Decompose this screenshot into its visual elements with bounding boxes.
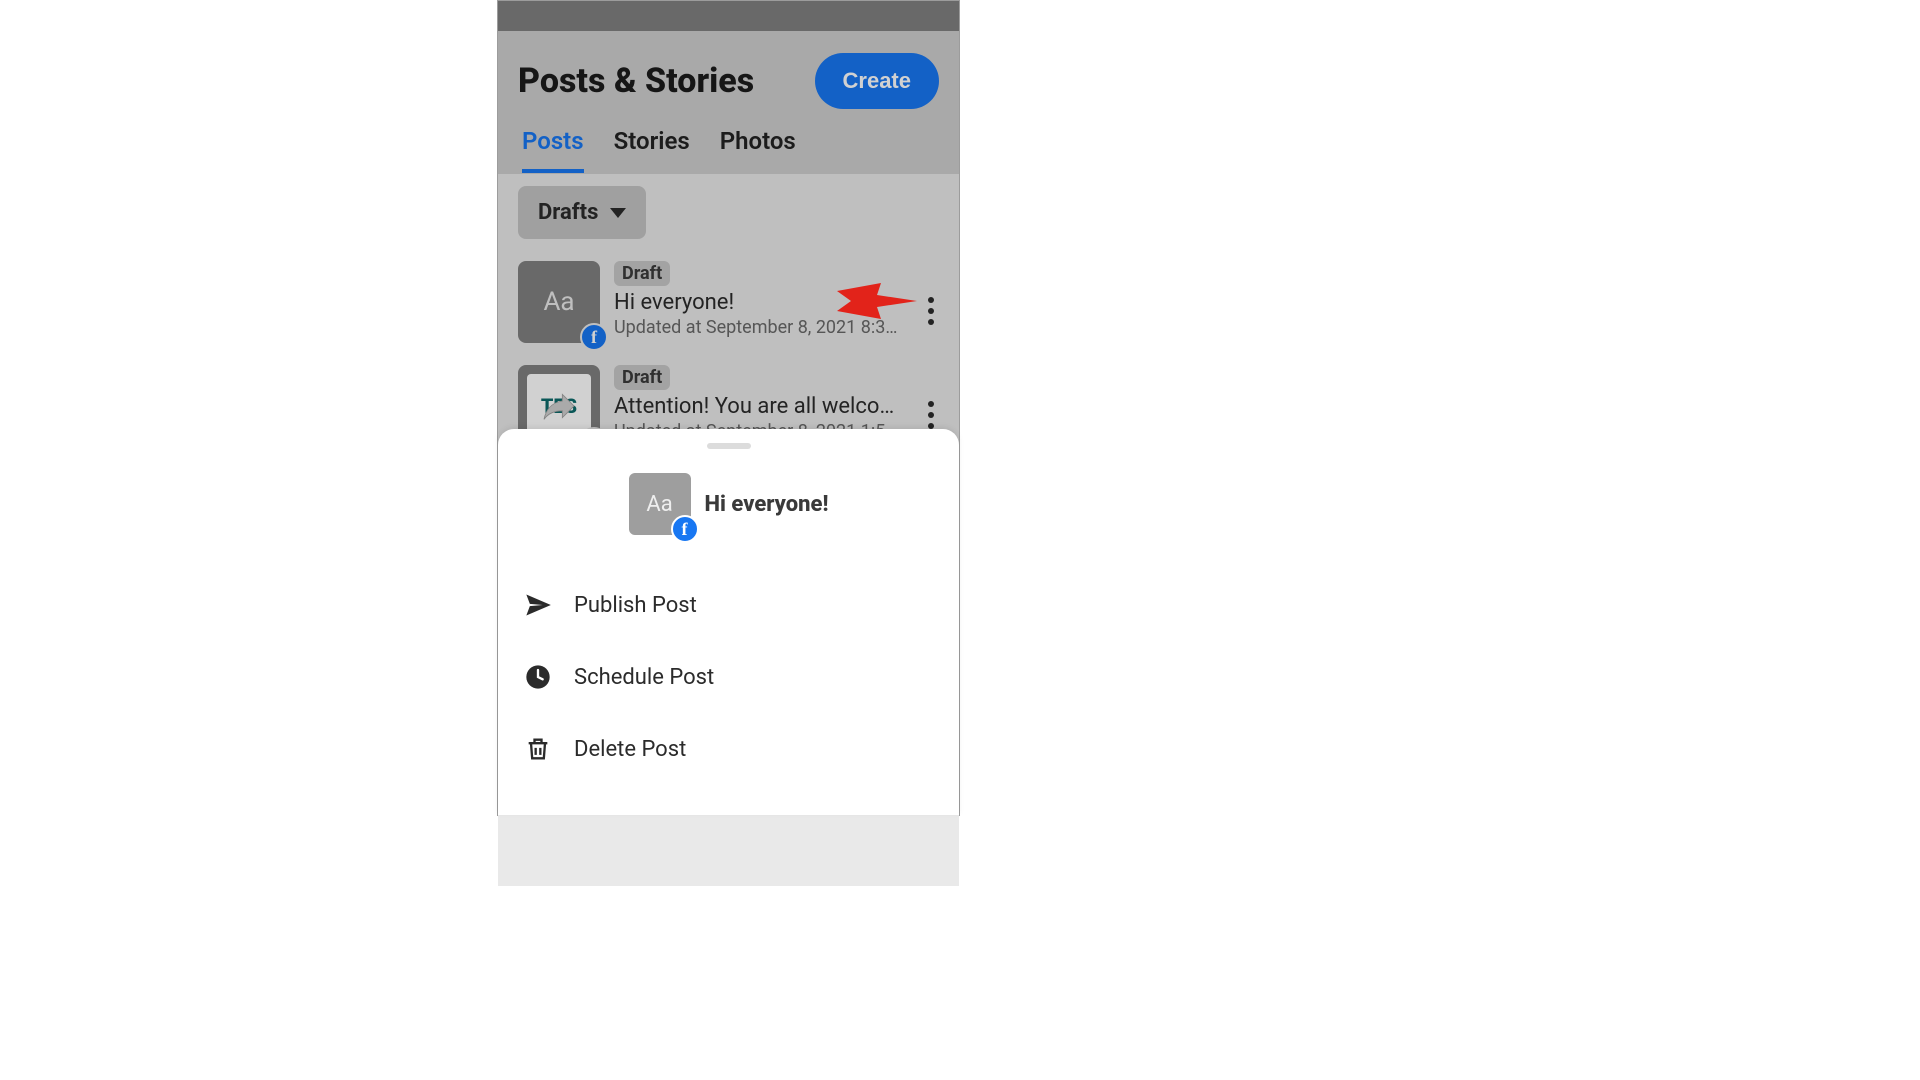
chevron-down-icon [610,208,626,218]
tab-posts[interactable]: Posts [522,127,584,173]
trash-icon [524,735,552,763]
action-label: Delete Post [574,737,686,762]
thumb-text-icon: Aa [646,492,672,517]
paper-plane-icon [524,591,552,619]
create-button[interactable]: Create [815,53,939,109]
action-label: Schedule Post [574,665,714,690]
sheet-drag-handle[interactable] [707,443,751,449]
tabs: Posts Stories Photos [498,109,959,174]
draft-thumbnail: Aa f [518,261,600,343]
more-options-button[interactable] [919,261,943,343]
draft-title: Attention! You are all welcome to visit … [614,394,905,419]
annotation-arrow [837,281,917,325]
draft-badge: Draft [614,365,670,390]
schedule-post-action[interactable]: Schedule Post [498,641,959,713]
sheet-thumbnail: Aa f [629,473,691,535]
action-label: Publish Post [574,593,697,618]
clock-icon [524,663,552,691]
delete-post-action[interactable]: Delete Post [498,713,959,785]
thumb-text-icon: Aa [543,287,574,317]
filter-label: Drafts [538,200,598,225]
phone-frame: Posts & Stories Create Posts Stories Pho… [497,0,960,816]
status-bar [498,1,959,31]
draft-badge: Draft [614,261,670,286]
tab-stories[interactable]: Stories [614,127,690,173]
page-title: Posts & Stories [518,61,754,101]
tab-photos[interactable]: Photos [720,127,796,173]
publish-post-action[interactable]: Publish Post [498,569,959,641]
sheet-header: Aa f Hi everyone! [498,473,959,535]
sheet-title: Hi everyone! [705,492,829,517]
action-sheet: Aa f Hi everyone! Publish Post Schedule … [498,429,959,815]
filter-drafts-dropdown[interactable]: Drafts [518,186,646,239]
facebook-badge-icon: f [671,515,699,543]
share-overlay-icon [539,386,579,426]
